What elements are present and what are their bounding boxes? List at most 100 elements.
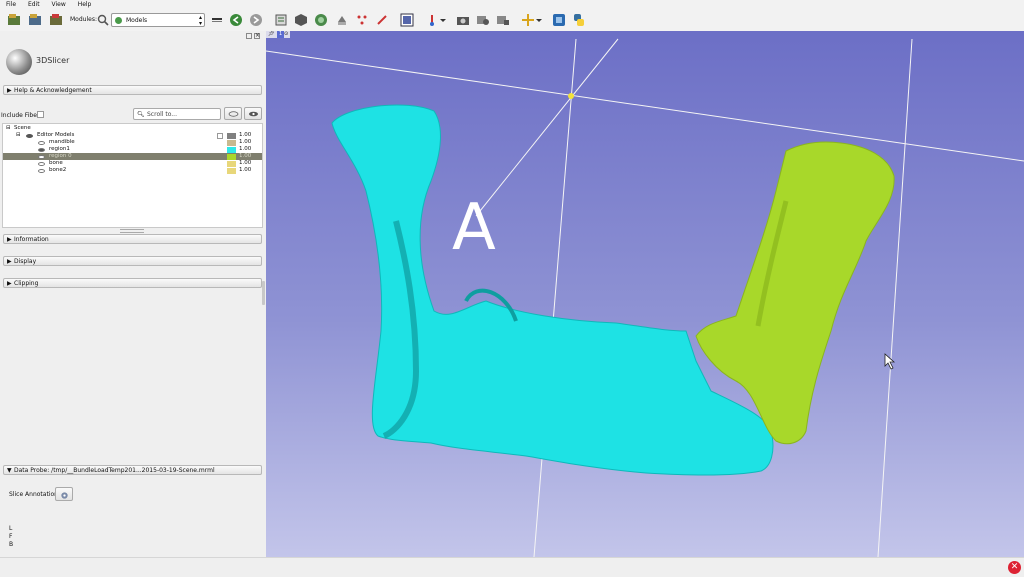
slice-annotations-button[interactable] xyxy=(55,487,73,501)
eye-closed-icon[interactable] xyxy=(38,155,45,159)
information-section[interactable]: ▶ Information xyxy=(3,234,262,244)
cube-icon xyxy=(294,14,307,26)
expand-arrow-icon: ▶ xyxy=(7,280,12,287)
float-panel-icon[interactable] xyxy=(246,33,252,39)
help-acknowledgement-section[interactable]: ▶ Help & Acknowledgement xyxy=(3,85,262,95)
tree-row-model[interactable]: bone 1.00 xyxy=(3,160,262,167)
load-data-button[interactable] xyxy=(6,13,21,27)
section-label: Information xyxy=(14,236,49,243)
back-button[interactable] xyxy=(228,13,243,27)
fiducial-dropdown[interactable] xyxy=(535,13,543,27)
eye-closed-icon[interactable] xyxy=(38,169,45,173)
splitter-handle[interactable] xyxy=(120,229,144,233)
forward-button[interactable] xyxy=(248,13,263,27)
fiducial-place-button[interactable] xyxy=(520,13,535,27)
show-all-button[interactable] xyxy=(244,107,262,120)
extension-icon xyxy=(552,14,565,26)
tree-row-model[interactable]: region 0 1.00 xyxy=(3,153,262,160)
crosshair-plus-icon xyxy=(521,14,534,26)
module-search-button[interactable] xyxy=(95,13,110,27)
model-hierarchy-tree[interactable]: ⊟ Scene ⊟ Editor Models 1.00 mandible 1.0… xyxy=(2,123,263,228)
ruler-endpoint-icon[interactable] xyxy=(568,93,574,99)
eye-icon[interactable] xyxy=(38,148,45,152)
chevron-updown-icon: ▴ ▾ xyxy=(198,14,202,27)
data-module-button[interactable] xyxy=(273,13,288,27)
eye-closed-icon[interactable] xyxy=(38,141,45,145)
include-fibers-checkbox[interactable] xyxy=(37,111,44,118)
markups-icon xyxy=(357,15,366,25)
hide-all-button[interactable] xyxy=(224,107,242,120)
editor-module-button[interactable] xyxy=(374,13,389,27)
tree-label: bone2 xyxy=(49,167,67,173)
scene-views-button[interactable] xyxy=(475,13,490,27)
screenshot-button[interactable] xyxy=(455,13,470,27)
extension-manager-button[interactable] xyxy=(551,13,566,27)
slice-plane-line xyxy=(877,38,913,557)
load-dicom-button[interactable] xyxy=(27,13,42,27)
arrow-right-icon xyxy=(249,14,262,26)
tree-row-model[interactable]: bone2 1.00 xyxy=(3,167,262,174)
module-history-button[interactable] xyxy=(209,13,224,27)
scene-view-icon xyxy=(476,16,489,25)
tree-row-model[interactable]: region1 1.00 xyxy=(3,146,262,153)
tree-row-scene[interactable]: ⊟ Scene xyxy=(3,125,262,132)
chevron-down-icon xyxy=(440,19,446,22)
status-bar: ✕ xyxy=(0,557,1024,577)
expand-arrow-icon: ▶ xyxy=(7,87,12,94)
expand-arrow-icon: ▶ xyxy=(7,236,12,243)
tree-label: region1 xyxy=(49,146,70,152)
3d-view[interactable]: 📌︎ 1 ⊙ A xyxy=(266,31,1024,557)
modules-label: Modules: xyxy=(70,16,97,23)
display-section[interactable]: ▶ Display xyxy=(3,256,262,266)
data-probe-section[interactable]: ▼ Data Probe: /tmp/__BundleLoadTemp201..… xyxy=(3,465,262,475)
menu-file[interactable]: File xyxy=(6,0,16,10)
opacity-value[interactable]: 1.00 xyxy=(239,139,251,146)
volumes-module-button[interactable] xyxy=(293,13,308,27)
clipping-section[interactable]: ▶ Clipping xyxy=(3,278,262,288)
search-icon: 🔍︎ xyxy=(137,111,145,118)
tree-row-editor-models[interactable]: ⊟ Editor Models 1.00 xyxy=(3,132,262,139)
opacity-value[interactable]: 1.00 xyxy=(239,146,251,153)
region1-model[interactable] xyxy=(331,104,774,476)
menu-view[interactable]: View xyxy=(52,0,66,10)
tree-row-model[interactable]: mandible 1.00 xyxy=(3,139,262,146)
eye-closed-icon xyxy=(228,111,239,117)
eye-icon[interactable] xyxy=(26,134,33,138)
layout-button[interactable] xyxy=(399,13,414,27)
markups-module-button[interactable] xyxy=(354,13,369,27)
color-swatch[interactable] xyxy=(227,168,236,174)
opacity-value[interactable]: 1.00 xyxy=(239,132,251,139)
paint-brush-icon xyxy=(376,15,387,25)
transforms-module-button[interactable] xyxy=(334,13,349,27)
mouse-cursor-icon xyxy=(884,353,896,370)
data-probe-label: Data Probe: /tmp/__BundleLoadTemp201...2… xyxy=(14,467,215,474)
tree-label: mandible xyxy=(49,139,75,145)
panel-scrollbar[interactable] xyxy=(262,281,265,305)
eye-closed-icon[interactable] xyxy=(38,162,45,166)
save-button[interactable] xyxy=(48,13,63,27)
opacity-value[interactable]: 1.00 xyxy=(239,160,251,167)
menu-help[interactable]: Help xyxy=(78,0,92,10)
opacity-value[interactable]: 1.00 xyxy=(239,167,251,174)
python-console-button[interactable] xyxy=(571,13,586,27)
module-selector[interactable]: Models ▴ ▾ xyxy=(111,13,205,27)
mouse-mode-dropdown[interactable] xyxy=(439,13,447,27)
scene-snapshot-button[interactable] xyxy=(495,13,510,27)
crosshair-mouse-mode-button[interactable] xyxy=(424,13,439,27)
close-panel-icon[interactable]: × xyxy=(254,33,260,39)
main-toolbar: Modules: Models ▴ ▾ xyxy=(0,10,1024,32)
module-selected-label: Models xyxy=(126,17,148,24)
error-log-icon[interactable]: ✕ xyxy=(1008,561,1021,574)
scroll-to-input[interactable]: 🔍︎ Scroll to... xyxy=(133,108,221,120)
menu-edit[interactable]: Edit xyxy=(28,0,40,10)
probe-letter-f: F xyxy=(9,533,13,540)
save-icon xyxy=(49,14,62,25)
collapse-icon: ⊟ xyxy=(6,125,11,131)
models-icon xyxy=(115,17,122,24)
list-icon xyxy=(211,18,222,22)
models-module-button[interactable] xyxy=(313,13,328,27)
scene-snapshot-icon xyxy=(496,16,509,25)
opacity-value[interactable]: 1.00 xyxy=(239,153,251,160)
scene-render xyxy=(266,38,1024,557)
help-section-label: Help & Acknowledgement xyxy=(14,87,92,94)
